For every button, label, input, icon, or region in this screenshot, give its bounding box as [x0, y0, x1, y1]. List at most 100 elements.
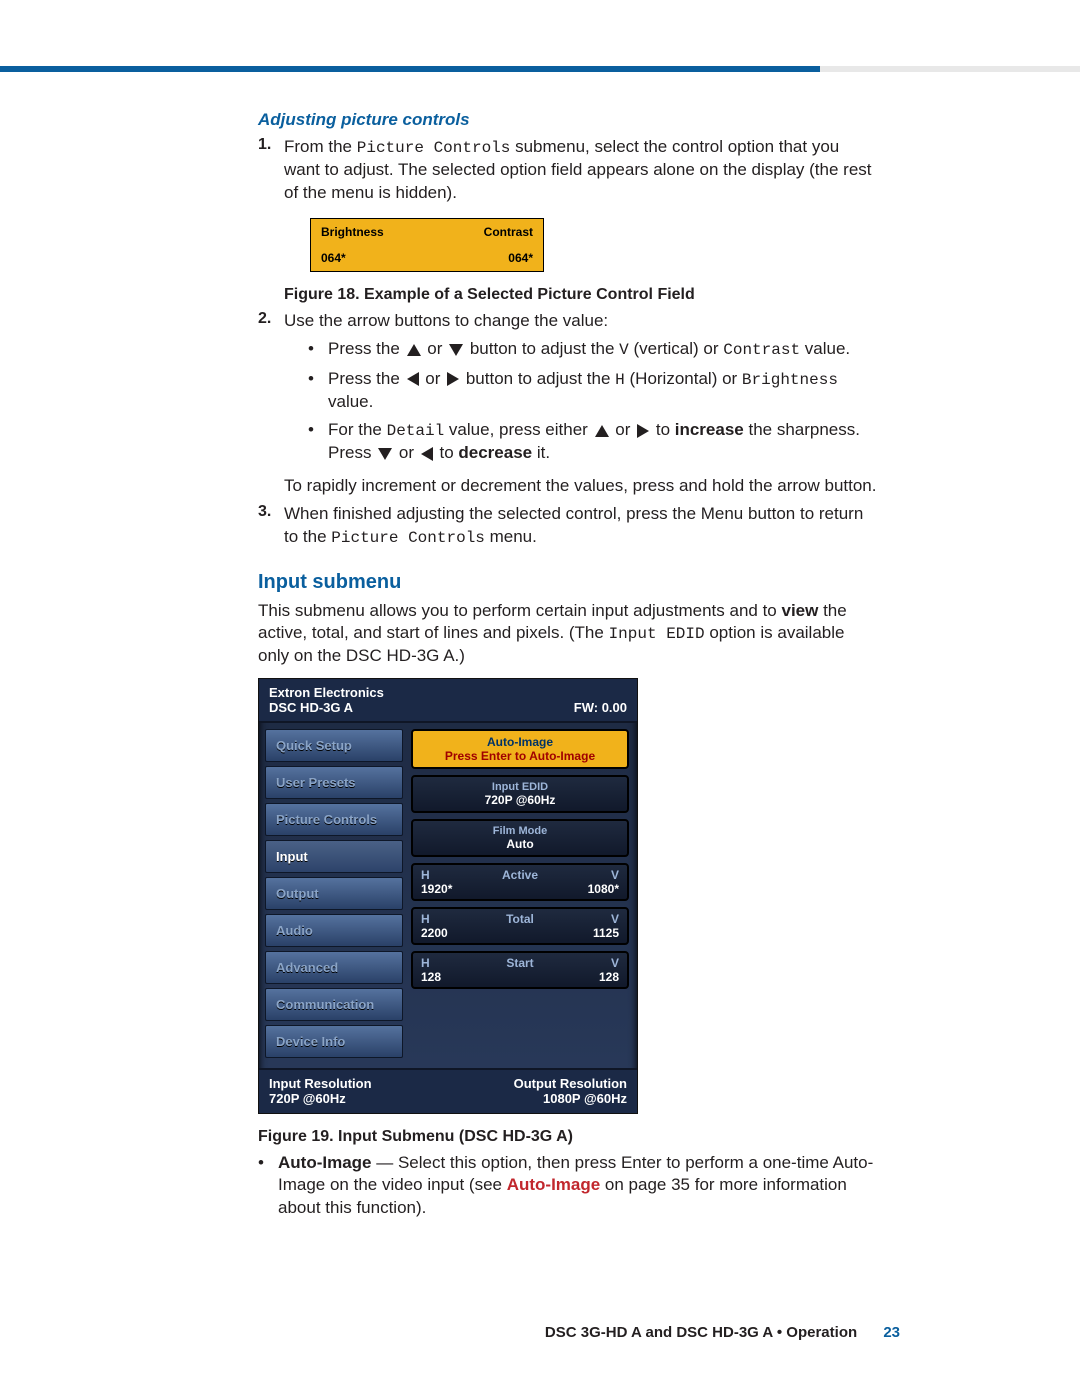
page-content: Adjusting picture controls From the Pict…: [258, 110, 878, 1219]
t: Use the arrow buttons to change the valu…: [284, 311, 608, 330]
t: This submenu allows you to perform certa…: [258, 601, 782, 620]
inres-label: Input Resolution: [269, 1076, 372, 1092]
t: or: [423, 339, 448, 358]
input-submenu-heading: Input submenu: [258, 571, 878, 594]
row-label: Total: [487, 912, 553, 926]
model: DSC HD-3G A: [269, 700, 384, 715]
edid-label: Input EDID: [419, 781, 621, 793]
step-3-text: When finished adjusting the selected con…: [284, 504, 863, 545]
osd-brand: Extron Electronics DSC HD-3G A: [269, 685, 384, 715]
t: From the: [284, 137, 357, 156]
t: button to adjust the: [461, 369, 615, 388]
auto-image-label: Auto-Image: [419, 735, 621, 749]
left-arrow-icon: [421, 447, 433, 461]
active-row: H Active V 1920* 1080*: [411, 863, 629, 901]
brightness-label: Brightness: [321, 225, 384, 239]
up-arrow-icon: [595, 425, 609, 437]
step-2-tail: To rapidly increment or decrement the va…: [284, 475, 878, 497]
osd-picture-control: Brightness Contrast 064* 064*: [310, 218, 544, 272]
v-value: 1125: [553, 926, 619, 940]
t: value.: [800, 339, 850, 358]
osd-small-values: 064* 064*: [311, 245, 543, 271]
t: Press the: [328, 369, 405, 388]
t: it.: [532, 443, 550, 462]
t: value, press either: [444, 420, 592, 439]
input-submenu-para: This submenu allows you to perform certa…: [258, 600, 878, 668]
figure-18-caption: Figure 18. Example of a Selected Picture…: [284, 286, 878, 304]
osd-input-menu: Extron Electronics DSC HD-3G A FW: 0.00 …: [258, 678, 638, 1114]
tab-audio[interactable]: Audio: [265, 914, 403, 947]
h-value: 2200: [421, 926, 487, 940]
tab-user-presets[interactable]: User Presets: [265, 766, 403, 799]
tab-advanced[interactable]: Advanced: [265, 951, 403, 984]
t: decrease: [458, 443, 532, 462]
tab-quick-setup[interactable]: Quick Setup: [265, 729, 403, 762]
t: to: [435, 443, 459, 462]
page-footer: DSC 3G-HD A and DSC HD-3G A • Operation …: [545, 1324, 900, 1341]
code: Detail: [387, 422, 445, 440]
section-title: Adjusting picture controls: [258, 110, 878, 130]
start-row: H Start V 128 128: [411, 951, 629, 989]
film-mode-item[interactable]: Film Mode Auto: [411, 819, 629, 857]
t: Press the: [328, 339, 405, 358]
code: Picture Controls: [331, 529, 485, 547]
h-label: H: [421, 956, 487, 970]
figure-19-caption: Figure 19. Input Submenu (DSC HD-3G A): [258, 1128, 878, 1146]
code: Brightness: [742, 371, 838, 389]
header-rule: [0, 66, 1080, 72]
input-edid-item[interactable]: Input EDID 720P @60Hz: [411, 775, 629, 813]
tab-input[interactable]: Input: [265, 840, 403, 873]
t: or: [421, 369, 446, 388]
down-arrow-icon: [378, 448, 392, 460]
t: value.: [328, 392, 373, 411]
brightness-value: 064*: [321, 251, 346, 265]
osd-titlebar: Extron Electronics DSC HD-3G A FW: 0.00: [259, 679, 637, 723]
v-value: 1080*: [553, 882, 619, 896]
page-number: 23: [883, 1324, 900, 1341]
h-label: H: [421, 912, 487, 926]
auto-image-link[interactable]: Auto-Image: [507, 1175, 601, 1194]
v-label: V: [553, 956, 619, 970]
v-label: V: [553, 868, 619, 882]
t: or: [394, 443, 419, 462]
auto-image-bullet: Auto-Image — Select this option, then pr…: [234, 1152, 878, 1219]
outres-value: 1080P @60Hz: [514, 1091, 627, 1107]
t: view: [782, 601, 819, 620]
v-label: V: [553, 912, 619, 926]
tab-device-info[interactable]: Device Info: [265, 1025, 403, 1058]
osd-sidebar: Quick Setup User Presets Picture Control…: [259, 723, 407, 1068]
row-label: Active: [487, 868, 553, 882]
outres-label: Output Resolution: [514, 1076, 627, 1092]
h-value: 1920*: [421, 882, 487, 896]
osd-body: Quick Setup User Presets Picture Control…: [259, 723, 637, 1068]
bullet-2: Press the or button to adjust the H (Hor…: [284, 368, 878, 414]
t: to: [651, 420, 675, 439]
step-2: Use the arrow buttons to change the valu…: [258, 310, 878, 497]
footer-doc: DSC 3G-HD A and DSC HD-3G A • Operation: [545, 1324, 857, 1341]
tab-picture-controls[interactable]: Picture Controls: [265, 803, 403, 836]
step-3: When finished adjusting the selected con…: [258, 503, 878, 549]
h-value: 128: [421, 970, 487, 984]
osd-main: Auto-Image Press Enter to Auto-Image Inp…: [407, 723, 637, 1068]
tab-communication[interactable]: Communication: [265, 988, 403, 1021]
v-value: 128: [553, 970, 619, 984]
t: For the: [328, 420, 387, 439]
contrast-label: Contrast: [484, 225, 533, 239]
auto-image-item[interactable]: Auto-Image Press Enter to Auto-Image: [411, 729, 629, 769]
brand: Extron Electronics: [269, 685, 384, 700]
step-1-text: From the Picture Controls submenu, selec…: [284, 137, 872, 202]
tab-output[interactable]: Output: [265, 877, 403, 910]
sub-bullets: Press the or button to adjust the V (ver…: [284, 338, 878, 464]
auto-image-sub: Press Enter to Auto-Image: [419, 749, 621, 763]
t: or: [611, 420, 636, 439]
osd-small-labels: Brightness Contrast: [311, 219, 543, 245]
output-resolution: Output Resolution 1080P @60Hz: [514, 1076, 627, 1107]
t: (Horizontal) or: [625, 369, 742, 388]
right-arrow-icon: [447, 372, 459, 386]
row-label: Start: [487, 956, 553, 970]
auto-image-bullet-list: Auto-Image — Select this option, then pr…: [234, 1152, 878, 1219]
t: (vertical) or: [629, 339, 723, 358]
down-arrow-icon: [449, 344, 463, 356]
code: Input EDID: [609, 625, 705, 643]
left-arrow-icon: [407, 372, 419, 386]
